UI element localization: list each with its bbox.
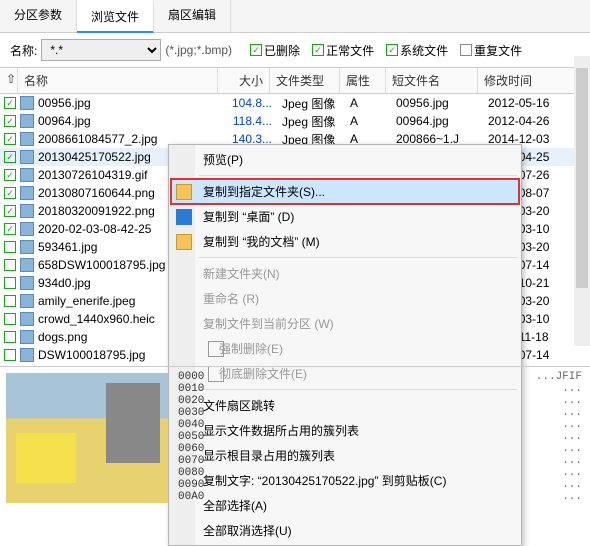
checkbox-duplicate[interactable]: ✓ <box>460 44 472 56</box>
col-attr[interactable]: 属性 <box>340 68 386 93</box>
col-type[interactable]: 文件类型 <box>270 68 340 93</box>
file-icon <box>20 240 34 254</box>
row-checkbox[interactable]: ✓ <box>4 277 16 289</box>
file-icon <box>20 258 34 272</box>
file-icon <box>20 150 34 164</box>
cell-name: 00964.jpg <box>38 114 224 128</box>
image-thumbnail <box>6 373 168 503</box>
file-icon <box>20 96 34 110</box>
row-checkbox[interactable]: ✓ <box>4 259 16 271</box>
row-checkbox[interactable]: ✓ <box>4 97 16 109</box>
col-shortname[interactable]: 短文件名 <box>386 68 478 93</box>
hex-ascii: ...JFIF ... ... ... ... ... ... ... ... … <box>204 367 590 511</box>
file-icon <box>20 222 34 236</box>
row-checkbox[interactable]: ✓ <box>4 187 16 199</box>
row-checkbox[interactable]: ✓ <box>4 295 16 307</box>
file-icon <box>20 294 34 308</box>
file-icon <box>20 312 34 326</box>
file-icon <box>20 168 34 182</box>
menu-copy-desktop[interactable]: 复制到 “桌面” (D) <box>171 204 519 229</box>
table-row[interactable]: ✓00964.jpg118.4...Jpeg 图像A00964.jpg2012-… <box>0 112 590 130</box>
row-checkbox[interactable]: ✓ <box>4 169 16 181</box>
menu-force-delete: 强制删除(E) <box>171 336 519 361</box>
tab-sector-edit[interactable]: 扇区编辑 <box>154 0 231 32</box>
tab-browse-files[interactable]: 浏览文件 <box>77 0 154 33</box>
checkbox-normal[interactable]: ✓ <box>312 44 324 56</box>
cell-type: Jpeg 图像 <box>276 113 346 130</box>
row-checkbox[interactable]: ✓ <box>4 349 16 361</box>
cell-name: 00956.jpg <box>38 96 224 110</box>
menu-deselect-all[interactable]: 全部取消选择(U) <box>171 518 519 543</box>
cell-short: 00964.jpg <box>392 114 484 128</box>
cell-size: 104.8... <box>224 96 276 110</box>
file-icon <box>20 114 34 128</box>
ext-hint: (*.jpg;*.bmp) <box>165 43 232 57</box>
tab-partition-params[interactable]: 分区参数 <box>0 0 77 32</box>
menu-new-file: 新建文件夹(N) <box>171 261 519 286</box>
row-checkbox[interactable]: ✓ <box>4 241 16 253</box>
row-checkbox[interactable]: ✓ <box>4 115 16 127</box>
row-checkbox[interactable]: ✓ <box>4 151 16 163</box>
desktop-icon <box>176 209 192 225</box>
folder-icon <box>176 234 192 250</box>
row-checkbox[interactable]: ✓ <box>4 223 16 235</box>
menu-copy-current-partition: 复制文件到当前分区 (W) <box>171 311 519 336</box>
tab-bar: 分区参数 浏览文件 扇区编辑 <box>0 0 590 33</box>
table-header: ⇧ 名称 大小 文件类型 属性 短文件名 修改时间 <box>0 67 590 94</box>
cell-mtime: 2012-04-26 <box>484 114 566 128</box>
checkbox-deleted[interactable]: ✓ <box>250 44 262 56</box>
col-size[interactable]: 大小 <box>218 68 270 93</box>
cell-attr: A <box>346 114 392 128</box>
cell-type: Jpeg 图像 <box>276 95 346 112</box>
menu-preview[interactable]: 预览(P) <box>171 147 519 172</box>
name-filter-select[interactable]: *.* <box>41 39 161 61</box>
file-icon <box>20 132 34 146</box>
file-icon <box>20 186 34 200</box>
row-checkbox[interactable]: ✓ <box>4 133 16 145</box>
cell-mtime: 2012-05-16 <box>484 96 566 110</box>
file-icon <box>20 330 34 344</box>
menu-rename: 重命名 (R) <box>171 286 519 311</box>
vertical-scrollbar[interactable] <box>574 56 590 346</box>
name-label: 名称: <box>10 42 37 59</box>
delete-icon <box>208 341 224 357</box>
row-checkbox[interactable]: ✓ <box>4 205 16 217</box>
hex-offsets: 0000 0010 0020 0030 0040 0050 0060 0070 … <box>174 367 204 511</box>
preview-pane: 0000 0010 0020 0030 0040 0050 0060 0070 … <box>0 366 590 511</box>
cell-attr: A <box>346 96 392 110</box>
col-name[interactable]: 名称 <box>18 68 218 93</box>
row-checkbox[interactable]: ✓ <box>4 331 16 343</box>
menu-copy-to-folder[interactable]: 复制到指定文件夹(S)... <box>171 179 519 204</box>
filter-bar: 名称: *.* (*.jpg;*.bmp) ✓已删除 ✓正常文件 ✓系统文件 ✓… <box>0 33 590 67</box>
checkbox-system[interactable]: ✓ <box>386 44 398 56</box>
up-arrow-icon[interactable]: ⇧ <box>0 68 18 93</box>
file-icon <box>20 348 34 362</box>
file-icon <box>20 276 34 290</box>
folder-icon <box>176 184 192 200</box>
menu-copy-mydocs[interactable]: 复制到 “我的文档” (M) <box>171 229 519 254</box>
file-icon <box>20 204 34 218</box>
row-checkbox[interactable]: ✓ <box>4 313 16 325</box>
table-row[interactable]: ✓00956.jpg104.8...Jpeg 图像A00956.jpg2012-… <box>0 94 590 112</box>
cell-short: 00956.jpg <box>392 96 484 110</box>
cell-size: 118.4... <box>224 114 276 128</box>
